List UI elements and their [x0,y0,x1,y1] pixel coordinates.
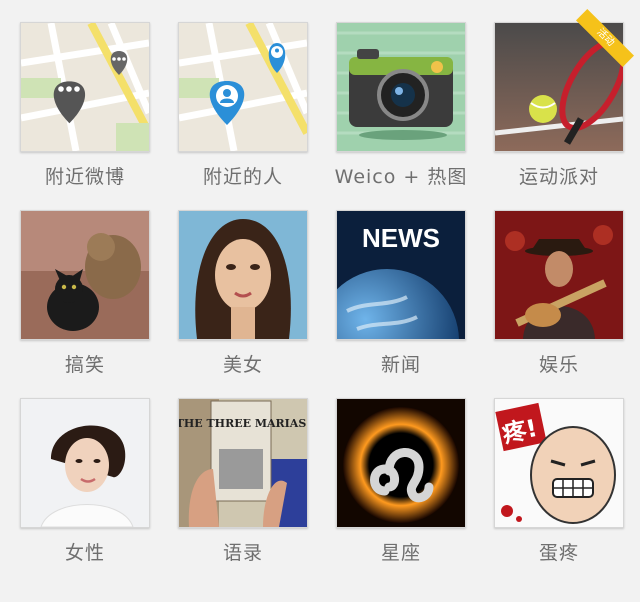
news-thumbnail: NEWS [336,210,466,340]
tile-label: 附近的人 [202,166,283,188]
news-title-text: NEWS [362,223,440,253]
tile-label: 运动派对 [518,166,599,188]
nearby-people-thumbnail [178,22,308,152]
tile-label: Weico + 热图 [334,166,468,188]
camera-thumbnail [336,22,466,152]
tile-beauty[interactable]: 美女 [178,210,308,380]
tile-label: 新闻 [380,354,421,376]
tile-funny[interactable]: 搞笑 [20,210,150,380]
tile-label: 星座 [380,542,421,564]
meme-face-thumbnail: 疼! [494,398,624,528]
tile-label: 附近微博 [44,166,125,188]
tile-label: 蛋疼 [538,542,579,564]
book-thumbnail: THE THREE MARIAS [178,398,308,528]
cat-monkey-thumbnail [20,210,150,340]
tile-news[interactable]: NEWS 新闻 [336,210,466,380]
tile-label: 娱乐 [538,354,579,376]
nearby-weibo-thumbnail [20,22,150,152]
tile-label: 语录 [222,542,263,564]
guitarist-thumbnail [494,210,624,340]
tile-label: 女性 [64,542,105,564]
tile-dan-teng[interactable]: 疼! 蛋疼 [494,398,624,568]
tile-quotes[interactable]: THE THREE MARIAS 语录 [178,398,308,568]
category-grid: 附近微博 附近的人 Weico + 热图 活动 运动派对 搞笑 美女 NEWS … [0,0,640,602]
book-title-text: THE THREE MARIAS [179,417,306,430]
beauty-thumbnail [178,210,308,340]
tile-nearby-people[interactable]: 附近的人 [178,22,308,192]
tile-women[interactable]: 女性 [20,398,150,568]
tile-weico-hot-pics[interactable]: Weico + 热图 [335,22,466,192]
women-thumbnail [20,398,150,528]
tile-label: 美女 [222,354,263,376]
tile-sports-party[interactable]: 活动 运动派对 [494,9,634,192]
tile-horoscope[interactable]: 星座 [336,398,466,568]
tile-label: 搞笑 [64,354,105,376]
tile-entertainment[interactable]: 娱乐 [494,210,624,380]
leo-thumbnail [336,398,466,528]
tile-nearby-weibo[interactable]: 附近微博 [20,22,150,192]
